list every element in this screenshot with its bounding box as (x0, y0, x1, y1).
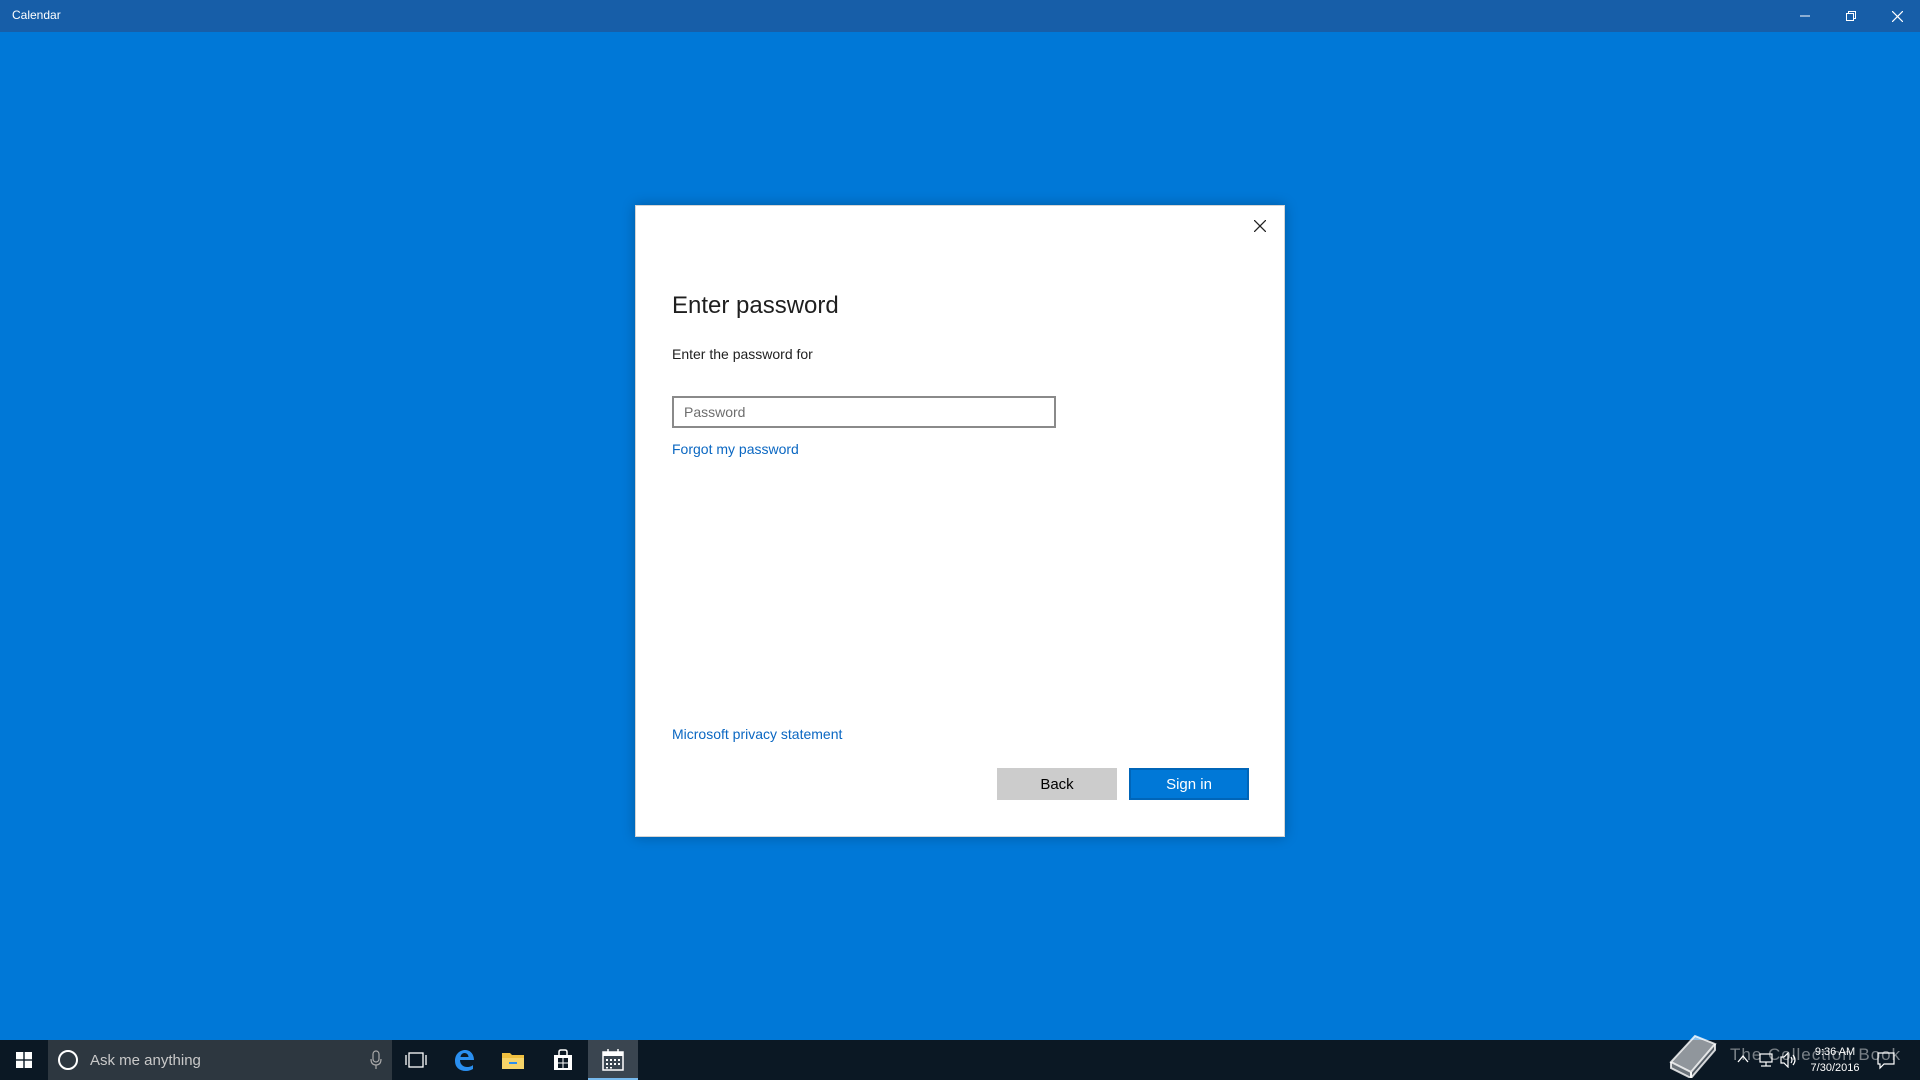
edge-taskbar-button[interactable] (440, 1040, 488, 1080)
windows-logo-icon (16, 1052, 32, 1068)
cortana-search-box[interactable]: Ask me anything (48, 1040, 392, 1080)
calendar-icon (602, 1049, 624, 1071)
clock-time: 9:36 AM (1814, 1046, 1856, 1058)
forgot-password-link[interactable]: Forgot my password (672, 441, 799, 457)
store-icon (554, 1049, 572, 1070)
close-icon (1891, 10, 1903, 22)
minimize-button[interactable] (1782, 0, 1828, 32)
back-button[interactable]: Back (997, 768, 1117, 800)
minimize-icon (1800, 15, 1810, 17)
window-titlebar: Calendar (0, 0, 1920, 32)
taskbar: Ask me anything (0, 1040, 1920, 1080)
action-center-icon[interactable] (1876, 1050, 1896, 1070)
store-taskbar-button[interactable] (538, 1040, 588, 1080)
edge-icon (455, 1050, 474, 1071)
dialog-close-button[interactable] (1246, 212, 1274, 240)
taskbar-clock[interactable]: 9:36 AM 7/30/2016 (1795, 1044, 1875, 1076)
window-title: Calendar (12, 8, 61, 22)
password-dialog: Enter password Enter the password for Fo… (635, 205, 1285, 837)
sign-in-button[interactable]: Sign in (1129, 768, 1249, 800)
cortana-circle-icon (58, 1050, 78, 1070)
restore-button[interactable] (1828, 0, 1874, 32)
dialog-subtitle: Enter the password for (672, 346, 813, 362)
window-controls (1782, 0, 1920, 32)
show-hidden-icons-icon[interactable] (1736, 1052, 1750, 1066)
folder-icon (502, 1053, 524, 1069)
clock-date: 7/30/2016 (1810, 1062, 1860, 1074)
search-placeholder: Ask me anything (90, 1051, 201, 1069)
password-input[interactable] (672, 396, 1056, 428)
close-window-button[interactable] (1874, 0, 1920, 32)
book-watermark-icon (1669, 1034, 1717, 1078)
dialog-title: Enter password (672, 292, 839, 319)
close-icon (1254, 220, 1266, 232)
task-view-button[interactable] (392, 1040, 440, 1080)
privacy-statement-link[interactable]: Microsoft privacy statement (672, 726, 842, 742)
microphone-icon[interactable] (370, 1050, 382, 1070)
file-explorer-button[interactable] (488, 1040, 538, 1080)
network-icon[interactable] (1757, 1052, 1775, 1068)
start-button[interactable] (0, 1040, 48, 1080)
calendar-taskbar-button[interactable] (588, 1040, 638, 1080)
task-view-icon (405, 1052, 427, 1068)
restore-icon (1846, 11, 1856, 21)
